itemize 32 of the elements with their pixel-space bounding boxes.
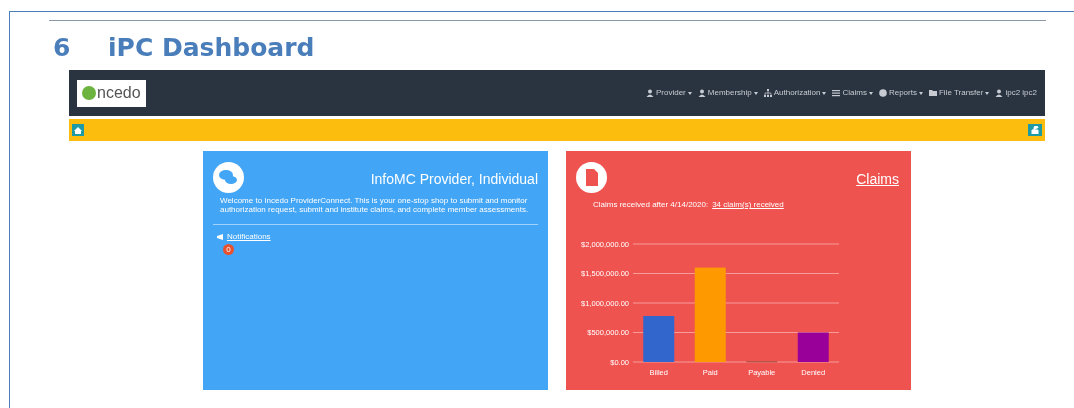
bar <box>797 332 829 362</box>
nav-menu-link[interactable]: Membership <box>697 87 758 99</box>
notification-count: 0 <box>223 244 234 255</box>
bar <box>643 316 675 362</box>
bullhorn-icon <box>217 234 225 240</box>
nav-menu-link[interactable]: Authorization <box>763 87 827 99</box>
logo-text: ncedo <box>97 85 141 101</box>
user-icon <box>995 89 1004 97</box>
welcome-text: Welcome to Incedo ProviderConnect. This is your one-stop shop to submit and monitor authorization request, submit and institute claims, and complete member assessments. <box>220 196 530 214</box>
user-icon <box>697 89 706 97</box>
nav-menu-link[interactable]: ipc2 ipc2 <box>995 87 1037 99</box>
document-heading: iPC Dashboard <box>108 35 315 60</box>
card-title: InfoMC Provider, Individual <box>370 170 538 189</box>
logo[interactable]: ncedo <box>77 79 146 107</box>
folder-icon <box>928 89 937 97</box>
nav-menu-link[interactable]: Reports <box>878 87 923 99</box>
lock-button[interactable] <box>1028 124 1042 136</box>
user-icon <box>645 89 654 97</box>
nav-menu-link[interactable]: File Transfer <box>928 87 990 99</box>
chat-icon <box>213 162 244 193</box>
sitemap-icon <box>763 89 772 97</box>
logo-ball-icon <box>82 86 96 100</box>
claims-received-text: Claims received after 4/14/2020: <box>593 199 709 211</box>
nav-menu-link[interactable]: Claims <box>832 87 873 99</box>
home-button[interactable] <box>72 124 84 136</box>
heading-number: 6 <box>53 35 72 60</box>
home-icon <box>74 126 82 134</box>
nav-menu-link[interactable]: Provider <box>645 87 692 99</box>
globe-icon <box>878 89 887 97</box>
list-icon <box>832 89 841 97</box>
lock-icon <box>1031 126 1039 134</box>
document-icon <box>576 162 607 193</box>
